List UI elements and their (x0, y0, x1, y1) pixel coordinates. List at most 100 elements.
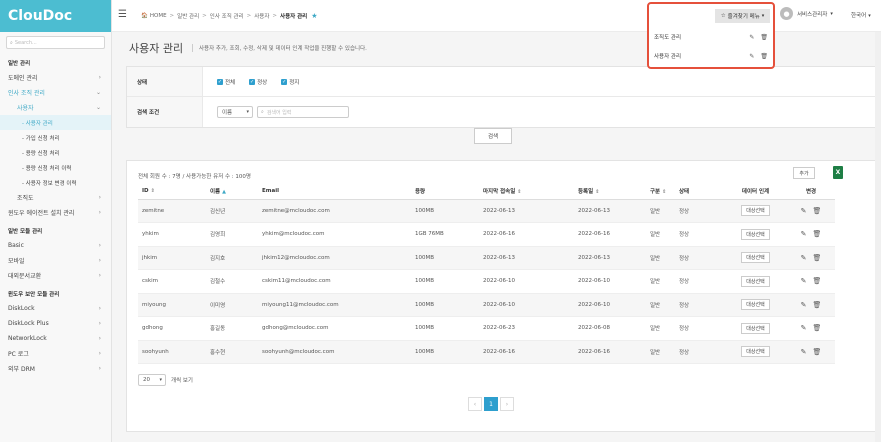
select-target-button[interactable]: 대상선택 (741, 252, 770, 264)
sidebar-item[interactable]: 대외문서교환 › (0, 268, 111, 283)
trash-icon[interactable]: 🗑 (812, 301, 821, 309)
sidebar-item-label: PC 로그 (8, 351, 29, 358)
prev-page-button[interactable]: ‹ (468, 397, 482, 411)
table-row[interactable]: soohyunh 홍수현 soohyunh@mcloudoc.com 100MB 202… (138, 340, 835, 364)
sidebar-item[interactable]: PC 로그 › (0, 346, 111, 361)
select-target-button[interactable]: 대상선택 (741, 228, 770, 240)
edit-icon[interactable]: ✎ (801, 207, 807, 215)
sidebar-item[interactable]: 도메인 관리 › (0, 70, 111, 85)
favorites-button[interactable]: ☆ 즐겨찾기 메뉴 ▾ (715, 9, 770, 23)
trash-icon[interactable]: 🗑 (812, 277, 821, 285)
sidebar-search-input[interactable]: ⌕ Search... (6, 36, 105, 49)
edit-icon[interactable]: ✎ (801, 277, 807, 285)
status-checkbox-normal[interactable]: ✓ 정상 (249, 78, 267, 86)
search-field-select[interactable]: 이름 ▾ (217, 106, 253, 118)
sidebar-item[interactable]: NetworkLock › (0, 331, 111, 346)
col-registered[interactable]: 등록일 ⇕ (574, 183, 646, 200)
next-page-button[interactable]: › (500, 397, 514, 411)
cell-email: soohyunh@mcloudoc.com (258, 340, 411, 364)
sidebar-item[interactable]: - 사용자 관리 (0, 115, 111, 130)
sidebar-item-label: 사용자 (17, 105, 34, 112)
favorite-item[interactable]: 조직도 관리 ✎ 🗑 (654, 31, 768, 43)
favorite-item[interactable]: 사용자 관리 ✎ 🗑 (654, 50, 768, 62)
trash-icon[interactable]: 🗑 (760, 34, 768, 41)
trash-icon[interactable]: 🗑 (812, 207, 821, 215)
col-name[interactable]: 이름 ▲ (206, 183, 258, 200)
logo-text: ClouDoc (8, 8, 73, 24)
sidebar-item[interactable]: - 가입 신청 처리 (0, 130, 111, 145)
scrollbar[interactable] (875, 32, 881, 442)
sidebar-item[interactable]: DiskLock Plus › (0, 316, 111, 331)
col-last-login[interactable]: 마지막 접속일 ⇕ (479, 183, 574, 200)
edit-icon[interactable]: ✎ (801, 301, 807, 309)
table-row[interactable]: zemitne 김신년 zemitne@mcloudoc.com 100MB 2022-… (138, 199, 835, 223)
cell-last-login: 2022-06-16 (479, 340, 574, 364)
sidebar-item[interactable]: 사용자 ⌄ (0, 100, 111, 115)
trash-icon[interactable]: 🗑 (812, 254, 821, 262)
col-id[interactable]: ID ⇕ (138, 183, 206, 200)
breadcrumb-item[interactable]: 사용자 (254, 12, 269, 20)
sidebar-search-placeholder: Search... (14, 39, 37, 46)
sidebar-item[interactable]: - 용량 신청 처리 이력 (0, 160, 111, 175)
search-keyword-input[interactable]: ⌕ 검색어 입력 (257, 106, 349, 118)
trash-icon[interactable]: 🗑 (812, 324, 821, 332)
edit-icon[interactable]: ✎ (801, 348, 807, 356)
status-checkbox-all[interactable]: ✓ 전체 (217, 78, 235, 86)
star-icon[interactable]: ★ (311, 12, 317, 20)
select-target-button[interactable]: 대상선택 (741, 322, 770, 334)
edit-icon[interactable]: ✎ (801, 324, 807, 332)
breadcrumb-item[interactable]: HOME (150, 13, 167, 19)
select-target-button[interactable]: 대상선택 (741, 299, 770, 311)
sidebar-item[interactable]: 조직도 › (0, 190, 111, 205)
edit-icon[interactable]: ✎ (801, 254, 807, 262)
excel-icon[interactable]: X (833, 166, 843, 179)
sidebar-item[interactable]: DiskLock › (0, 301, 111, 316)
favorite-item-label: 조직도 관리 (654, 35, 682, 41)
search-button[interactable]: 검색 (474, 128, 512, 144)
sidebar-item[interactable]: 윈도우 에이전트 설치 관리 › (0, 205, 111, 220)
table-row[interactable]: jhkim 김지호 jhkim12@mcloudoc.com 100MB 2022-06… (138, 246, 835, 270)
sidebar-item-label: - 용량 신청 처리 이력 (22, 165, 72, 172)
user-menu[interactable]: ● 서비스관리자 ▾ (780, 7, 833, 20)
edit-icon[interactable]: ✎ (749, 53, 754, 60)
sidebar-item[interactable]: - 사용자 정보 변경 이력 (0, 175, 111, 190)
sidebar-section: 일반 관리 (0, 55, 111, 70)
edit-icon[interactable]: ✎ (801, 230, 807, 238)
select-target-button[interactable]: 대상선택 (741, 205, 770, 217)
home-icon[interactable]: 🏠 (141, 13, 148, 19)
table-row[interactable]: miyoung 이미영 miyoung11@mcloudoc.com 100MB 202… (138, 293, 835, 317)
select-target-button[interactable]: 대상선택 (741, 346, 770, 358)
table-row[interactable]: yhkim 김영희 yhkim@mcloudoc.com 1GB 76MB 2022-0… (138, 222, 835, 247)
table-row[interactable]: gdhong 홍길동 gdhong@mcloudoc.com 100MB 2022-06… (138, 316, 835, 341)
page-button[interactable]: 1 (484, 397, 498, 411)
chevron-right-icon: › (98, 350, 101, 357)
breadcrumb-item[interactable]: 일반 관리 (177, 12, 199, 20)
menu-toggle-icon[interactable]: ☰ (118, 9, 127, 20)
chevron-down-icon: ▾ (246, 109, 249, 115)
col-type[interactable]: 구분 ⇕ (646, 183, 675, 200)
status-checkbox-suspended[interactable]: ✓ 정지 (281, 78, 299, 86)
breadcrumb-item[interactable]: 인사 조직 관리 (210, 12, 244, 20)
table-row[interactable]: cskim 김철수 cskim11@mcloudoc.com 100MB 2022-06… (138, 269, 835, 294)
sidebar-item[interactable]: - 용량 신청 처리 (0, 145, 111, 160)
trash-icon[interactable]: 🗑 (812, 348, 821, 356)
cell-email: yhkim@mcloudoc.com (258, 222, 411, 247)
select-target-button[interactable]: 대상선택 (741, 275, 770, 287)
cell-actions: ✎ 🗑 (787, 269, 835, 294)
language-select[interactable]: 한국어 ▾ (851, 11, 871, 19)
trash-icon[interactable]: 🗑 (812, 230, 821, 238)
edit-icon[interactable]: ✎ (749, 34, 754, 41)
sidebar-item-label: 외부 DRM (8, 366, 35, 373)
add-user-button[interactable]: 추가 (793, 167, 815, 179)
sidebar-item-label: NetworkLock (8, 335, 47, 342)
sidebar-item[interactable]: 인사 조직 관리 ⌄ (0, 85, 111, 100)
per-page-select[interactable]: 20 ▾ (138, 374, 166, 386)
table-body: zemitne 김신년 zemitne@mcloudoc.com 100MB 2022-… (138, 199, 835, 364)
sidebar-item[interactable]: Basic › (0, 238, 111, 253)
sidebar-item[interactable]: 외부 DRM › (0, 361, 111, 376)
sidebar-item-label: 조직도 (17, 195, 34, 202)
trash-icon[interactable]: 🗑 (760, 53, 768, 60)
favorite-item-label: 사용자 관리 (654, 54, 682, 60)
logo[interactable]: ClouDoc (0, 0, 111, 32)
sidebar-item[interactable]: 모바일 › (0, 253, 111, 268)
